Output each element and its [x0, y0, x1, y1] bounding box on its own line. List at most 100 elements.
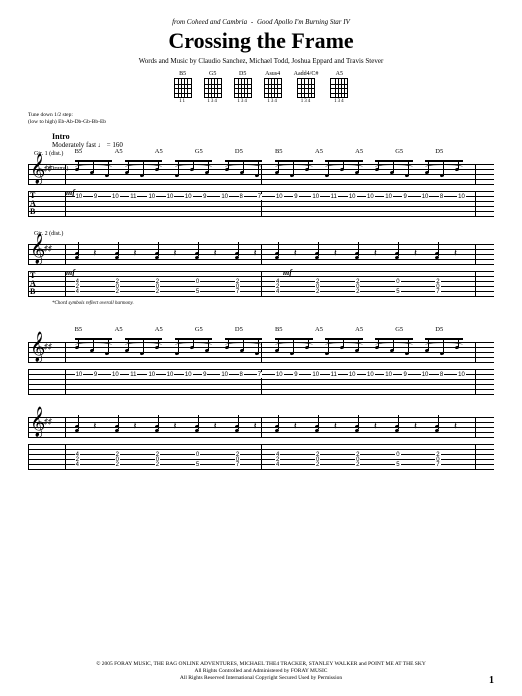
- chord-grid: [297, 78, 315, 98]
- tab-number: 2: [355, 289, 360, 295]
- tab-label-b: B: [30, 208, 35, 216]
- tab-number: 7: [235, 462, 240, 468]
- tab-number: 11: [330, 194, 338, 200]
- tab-number: 9: [93, 372, 98, 378]
- staff-gtr1-sys1: mf (Drums) 𝄞♯♯B5A5A5G5D5B5A5A5G5D5: [28, 158, 494, 186]
- key-signature: ♯♯: [44, 164, 52, 173]
- chord-symbol: A5: [355, 326, 363, 333]
- chord-name: D5: [239, 71, 246, 77]
- system-2: 𝄞♯♯B5A5A5G5D5B5A5A5G5D5 1091011101010910…: [28, 336, 494, 472]
- chord-symbol: D5: [235, 326, 243, 333]
- tab-number: 4: [275, 462, 280, 468]
- chord-grid: [330, 78, 348, 98]
- key-signature: ♯♯: [44, 342, 52, 351]
- tab-number: 9: [202, 194, 207, 200]
- key-signature: ♯♯: [44, 417, 52, 426]
- rest-icon: 𝄽: [173, 248, 176, 259]
- chord-symbol: B5: [275, 148, 283, 155]
- rest-icon: 𝄽: [213, 421, 216, 432]
- tab-number: 10: [384, 194, 393, 200]
- tab-label-b: B: [30, 288, 35, 296]
- tab-number: 4: [275, 289, 280, 295]
- rest-icon: 𝄽: [374, 248, 377, 259]
- chord-grid: [264, 78, 282, 98]
- chord-symbol: A5: [355, 148, 363, 155]
- chord-diagram: A5 134: [330, 71, 348, 104]
- rest-icon: 𝄽: [294, 248, 297, 259]
- harmony-footnote: *Chord symbols reflect overall harmony.: [52, 301, 494, 306]
- tab-number: 10: [366, 372, 375, 378]
- staff-gtr2-sys2: 𝄞♯♯𝄽𝄽𝄽𝄽𝄽𝄽𝄽𝄽𝄽𝄽: [28, 411, 494, 439]
- tab-number: 10: [457, 372, 466, 378]
- chord-symbol: B5: [275, 326, 283, 333]
- copyright-block: © 2005 FORAY MUSIC, THE BAG ONLINE ADVEN…: [0, 661, 522, 682]
- chord-symbol: A5: [155, 148, 163, 155]
- chord-diagram: D5 134: [234, 71, 252, 104]
- rest-icon: 𝄽: [454, 248, 457, 259]
- chord-symbol: G5: [195, 326, 203, 333]
- tab-number: 10: [184, 372, 193, 378]
- copyright-line3: All Rights Reserved International Copyri…: [0, 675, 522, 682]
- chord-symbol: A5: [115, 148, 123, 155]
- tab-number: 7: [435, 462, 440, 468]
- tab-number: 10: [184, 194, 193, 200]
- rest-icon: 𝄽: [254, 421, 257, 432]
- system-1: Gtr. 1 (dist.) mf (Drums) 𝄞♯♯B5A5A5G5D5B…: [28, 151, 494, 306]
- tab-number: 10: [220, 194, 229, 200]
- tab-number: 9: [93, 194, 98, 200]
- tab-number: 10: [147, 194, 156, 200]
- chord-name: Asus4: [265, 71, 280, 77]
- tab-number: 7: [257, 372, 262, 378]
- gtr2-label: Gtr. 2 (dist.): [34, 231, 494, 237]
- tab-number: 2: [315, 462, 320, 468]
- chord-symbol: B5: [75, 148, 83, 155]
- tab-number: 8: [239, 194, 244, 200]
- source-artist: from Coheed and Cambria: [172, 18, 247, 26]
- tab-number: 10: [220, 372, 229, 378]
- tab-number: 9: [402, 194, 407, 200]
- chord-symbol: D5: [235, 148, 243, 155]
- staff-gtr2-sys1: mf mf 𝄞♯♯𝄽𝄽𝄽𝄽𝄽𝄽𝄽𝄽𝄽𝄽: [28, 238, 494, 266]
- tab-number: 5: [195, 462, 200, 468]
- tab-gtr2-sys2: 4242022020520742420220205207: [28, 442, 494, 472]
- song-title: Crossing the Frame: [28, 28, 494, 54]
- tab-number: 0: [195, 279, 200, 285]
- rest-icon: 𝄽: [133, 248, 136, 259]
- tab-gtr2-sys1: TAB4242022020520742420220205207: [28, 269, 494, 299]
- tab-number: 10: [348, 194, 357, 200]
- rest-icon: 𝄽: [173, 421, 176, 432]
- tab-number: 0: [195, 452, 200, 458]
- dash-separator: -: [251, 18, 255, 26]
- tab-number: 10: [275, 194, 284, 200]
- rest-icon: 𝄽: [334, 421, 337, 432]
- section-label: Intro: [52, 132, 494, 141]
- tab-number: 2: [155, 462, 160, 468]
- chord-symbol: G5: [195, 148, 203, 155]
- tab-gtr1-sys2: 1091011101010910871091011101010910810: [28, 367, 494, 397]
- tab-number: 2: [315, 289, 320, 295]
- chord-symbol: D5: [435, 148, 443, 155]
- chord-symbol: G5: [395, 326, 403, 333]
- tab-number: 10: [384, 372, 393, 378]
- tab-number: 5: [395, 289, 400, 295]
- tab-number: 2: [115, 462, 120, 468]
- chord-diagram: B5 11: [174, 71, 192, 104]
- chord-fingering: 134: [237, 99, 248, 104]
- chord-symbol: A5: [315, 326, 323, 333]
- tab-number: 11: [129, 372, 137, 378]
- tab-number: 9: [402, 372, 407, 378]
- copyright-line1: © 2005 FORAY MUSIC, THE BAG ONLINE ADVEN…: [0, 661, 522, 668]
- chord-name: Aadd4/C#: [294, 71, 319, 77]
- rest-icon: 𝄽: [213, 248, 216, 259]
- gtr1-label: Gtr. 1 (dist.): [34, 151, 494, 157]
- chord-grid: [204, 78, 222, 98]
- tab-number: 2: [115, 289, 120, 295]
- tab-number: 10: [75, 372, 84, 378]
- source-album: Good Apollo I'm Burning Star IV: [257, 18, 350, 26]
- rest-icon: 𝄽: [93, 248, 96, 259]
- rest-icon: 𝄽: [334, 248, 337, 259]
- tab-number: 10: [366, 194, 375, 200]
- tab-number: 10: [311, 194, 320, 200]
- tab-number: 7: [435, 289, 440, 295]
- rest-icon: 𝄽: [93, 421, 96, 432]
